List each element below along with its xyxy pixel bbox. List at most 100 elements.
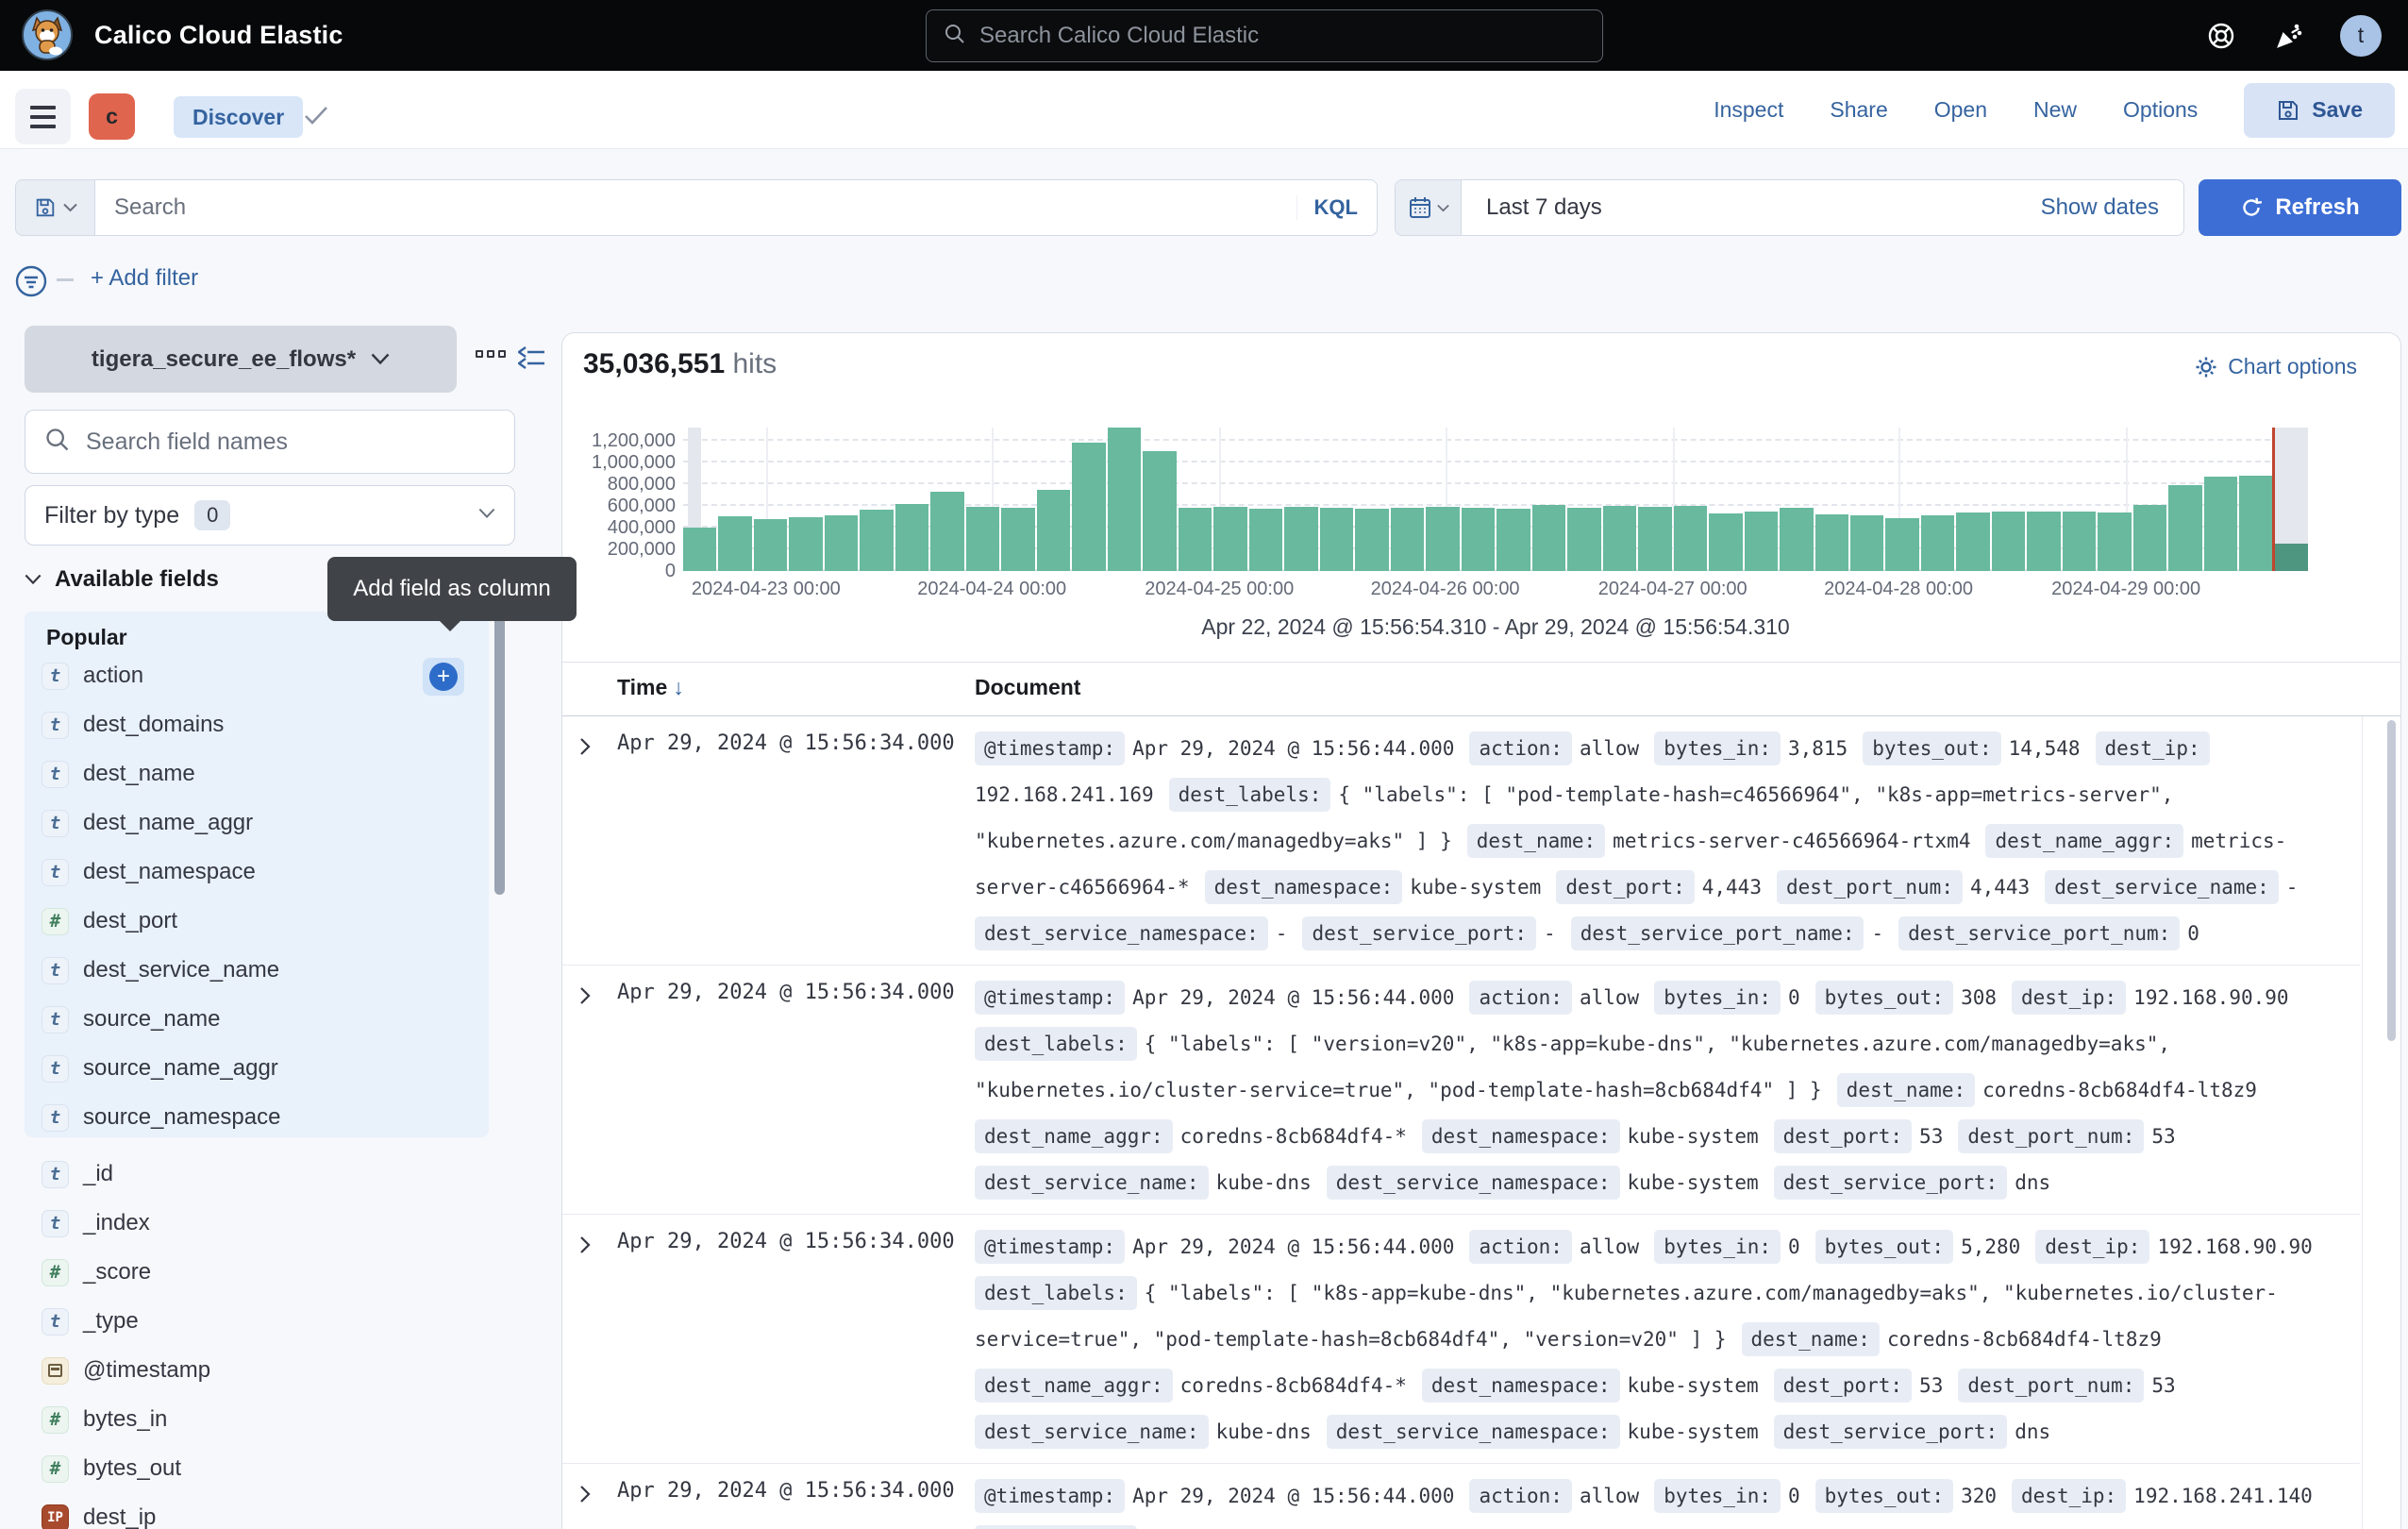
save-button[interactable]: Save <box>2244 83 2395 138</box>
query-input[interactable] <box>114 194 1296 221</box>
user-avatar[interactable]: t <box>2340 0 2382 71</box>
field-statistics-icon[interactable] <box>476 350 506 358</box>
histogram-bar[interactable] <box>1603 506 1636 571</box>
calendar-button[interactable] <box>1396 180 1462 235</box>
filter-menu-icon[interactable] <box>13 263 49 304</box>
histogram-bar[interactable] <box>1885 518 1918 571</box>
histogram-bar[interactable] <box>1567 508 1600 571</box>
histogram-bar[interactable] <box>683 528 716 571</box>
histogram-bar[interactable] <box>2275 544 2308 571</box>
histogram-bar[interactable] <box>2168 485 2201 571</box>
field-item-dest_domains[interactable]: tdest_domains <box>25 700 489 749</box>
histogram-bar[interactable] <box>754 519 787 571</box>
histogram-bar[interactable] <box>1143 451 1176 571</box>
expand-row-icon[interactable] <box>577 1234 593 1261</box>
histogram-bar[interactable] <box>1355 509 1388 571</box>
histogram-bar[interactable] <box>966 507 999 571</box>
histogram-bar[interactable] <box>895 504 928 571</box>
kql-selector[interactable]: KQL <box>1296 195 1358 220</box>
field-item-action[interactable]: taction+ <box>25 651 489 700</box>
histogram-bar[interactable] <box>1037 490 1070 571</box>
available-fields-toggle[interactable]: Available fields <box>25 566 219 593</box>
histogram-bar[interactable] <box>1780 508 1813 571</box>
global-search[interactable] <box>926 9 1603 62</box>
date-picker[interactable]: Last 7 days Show dates <box>1395 179 2184 236</box>
field-item-dest_name[interactable]: tdest_name <box>25 749 489 798</box>
filter-by-type-dropdown[interactable]: Filter by type 0 <box>25 485 515 546</box>
collapse-sidebar-icon[interactable] <box>518 345 546 375</box>
field-item-source_namespace[interactable]: tsource_namespace <box>25 1093 489 1142</box>
histogram-bar[interactable] <box>1674 506 1707 571</box>
sidebar-scrollbar[interactable] <box>494 615 505 895</box>
time-range-value[interactable]: Last 7 days <box>1486 194 2041 221</box>
field-search-input[interactable] <box>86 428 495 456</box>
histogram-bar[interactable] <box>860 510 893 571</box>
expand-row-icon[interactable] <box>577 1483 593 1510</box>
histogram-bar[interactable] <box>1745 512 1778 571</box>
field-item-_type[interactable]: t_type <box>25 1297 489 1346</box>
menu-item-options[interactable]: Options <box>2123 97 2198 123</box>
histogram-bar[interactable] <box>1638 507 1671 571</box>
histogram-bar[interactable] <box>2239 476 2272 571</box>
newsfeed-icon[interactable] <box>2274 0 2304 71</box>
breadcrumb[interactable]: Discover <box>174 96 303 138</box>
histogram-bar[interactable] <box>1815 514 1848 571</box>
field-item-_score[interactable]: #_score <box>25 1248 489 1297</box>
field-item-bytes_in[interactable]: #bytes_in <box>25 1395 489 1444</box>
query-input-box[interactable]: KQL <box>94 179 1378 236</box>
histogram-bar[interactable] <box>1709 513 1742 571</box>
histogram-bar[interactable] <box>718 516 751 571</box>
time-column-header[interactable]: Time↓ <box>617 675 684 700</box>
expand-row-icon[interactable] <box>577 735 593 763</box>
field-item-source_name[interactable]: tsource_name <box>25 995 489 1044</box>
field-item-_index[interactable]: t_index <box>25 1199 489 1248</box>
histogram-bar[interactable] <box>1213 507 1246 571</box>
histogram-bar[interactable] <box>789 517 822 571</box>
help-icon[interactable] <box>2206 0 2236 71</box>
histogram-bar[interactable] <box>1391 508 1424 571</box>
menu-item-open[interactable]: Open <box>1934 97 1987 123</box>
histogram-bar[interactable] <box>1921 515 1954 571</box>
histogram-bar[interactable] <box>2027 512 2060 571</box>
histogram-bar[interactable] <box>1850 515 1883 571</box>
histogram-bar[interactable] <box>1497 509 1530 571</box>
histogram-bar[interactable] <box>825 515 858 571</box>
field-item-dest_port[interactable]: #dest_port <box>25 897 489 946</box>
histogram-bar[interactable] <box>2098 512 2131 571</box>
show-dates-link[interactable]: Show dates <box>2041 194 2159 221</box>
histogram-bar[interactable] <box>2063 512 2096 571</box>
field-item-dest_ip[interactable]: IPdest_ip <box>25 1493 489 1529</box>
histogram-bar[interactable] <box>1320 508 1353 571</box>
menu-item-inspect[interactable]: Inspect <box>1714 97 1783 123</box>
space-badge[interactable]: c <box>89 93 135 140</box>
histogram-bar[interactable] <box>2133 505 2166 571</box>
table-scrollbar[interactable] <box>2387 720 2396 1041</box>
field-item-dest_service_name[interactable]: tdest_service_name <box>25 946 489 995</box>
field-item-bytes_out[interactable]: #bytes_out <box>25 1444 489 1493</box>
histogram-bar[interactable] <box>1956 512 1989 571</box>
histogram-bar[interactable] <box>1426 507 1459 571</box>
histogram-bar[interactable] <box>1179 508 1212 571</box>
field-item-dest_name_aggr[interactable]: tdest_name_aggr <box>25 798 489 848</box>
histogram-chart[interactable]: 0200,000400,000600,000800,0001,000,0001,… <box>683 428 2308 571</box>
histogram-bar[interactable] <box>1001 508 1034 571</box>
field-item-dest_namespace[interactable]: tdest_namespace <box>25 848 489 897</box>
histogram-bar[interactable] <box>1284 507 1317 571</box>
field-search-box[interactable] <box>25 410 515 474</box>
histogram-bar[interactable] <box>1532 505 1565 571</box>
saved-queries-button[interactable] <box>15 179 94 236</box>
global-search-input[interactable] <box>979 23 1585 49</box>
field-item-_id[interactable]: t_id <box>25 1150 489 1199</box>
histogram-bar[interactable] <box>930 492 963 571</box>
histogram-bar[interactable] <box>1249 509 1282 571</box>
chart-options-button[interactable]: Chart options <box>2195 354 2357 379</box>
add-field-as-column-button[interactable]: + <box>423 658 464 696</box>
menu-item-share[interactable]: Share <box>1830 97 1887 123</box>
expand-row-icon[interactable] <box>577 984 593 1012</box>
histogram-bar[interactable] <box>1108 428 1141 571</box>
histogram-bar[interactable] <box>1072 443 1105 571</box>
refresh-button[interactable]: Refresh <box>2199 179 2401 236</box>
histogram-bar[interactable] <box>1992 512 2025 571</box>
menu-item-new[interactable]: New <box>2033 97 2077 123</box>
field-item-source_name_aggr[interactable]: tsource_name_aggr <box>25 1044 489 1093</box>
